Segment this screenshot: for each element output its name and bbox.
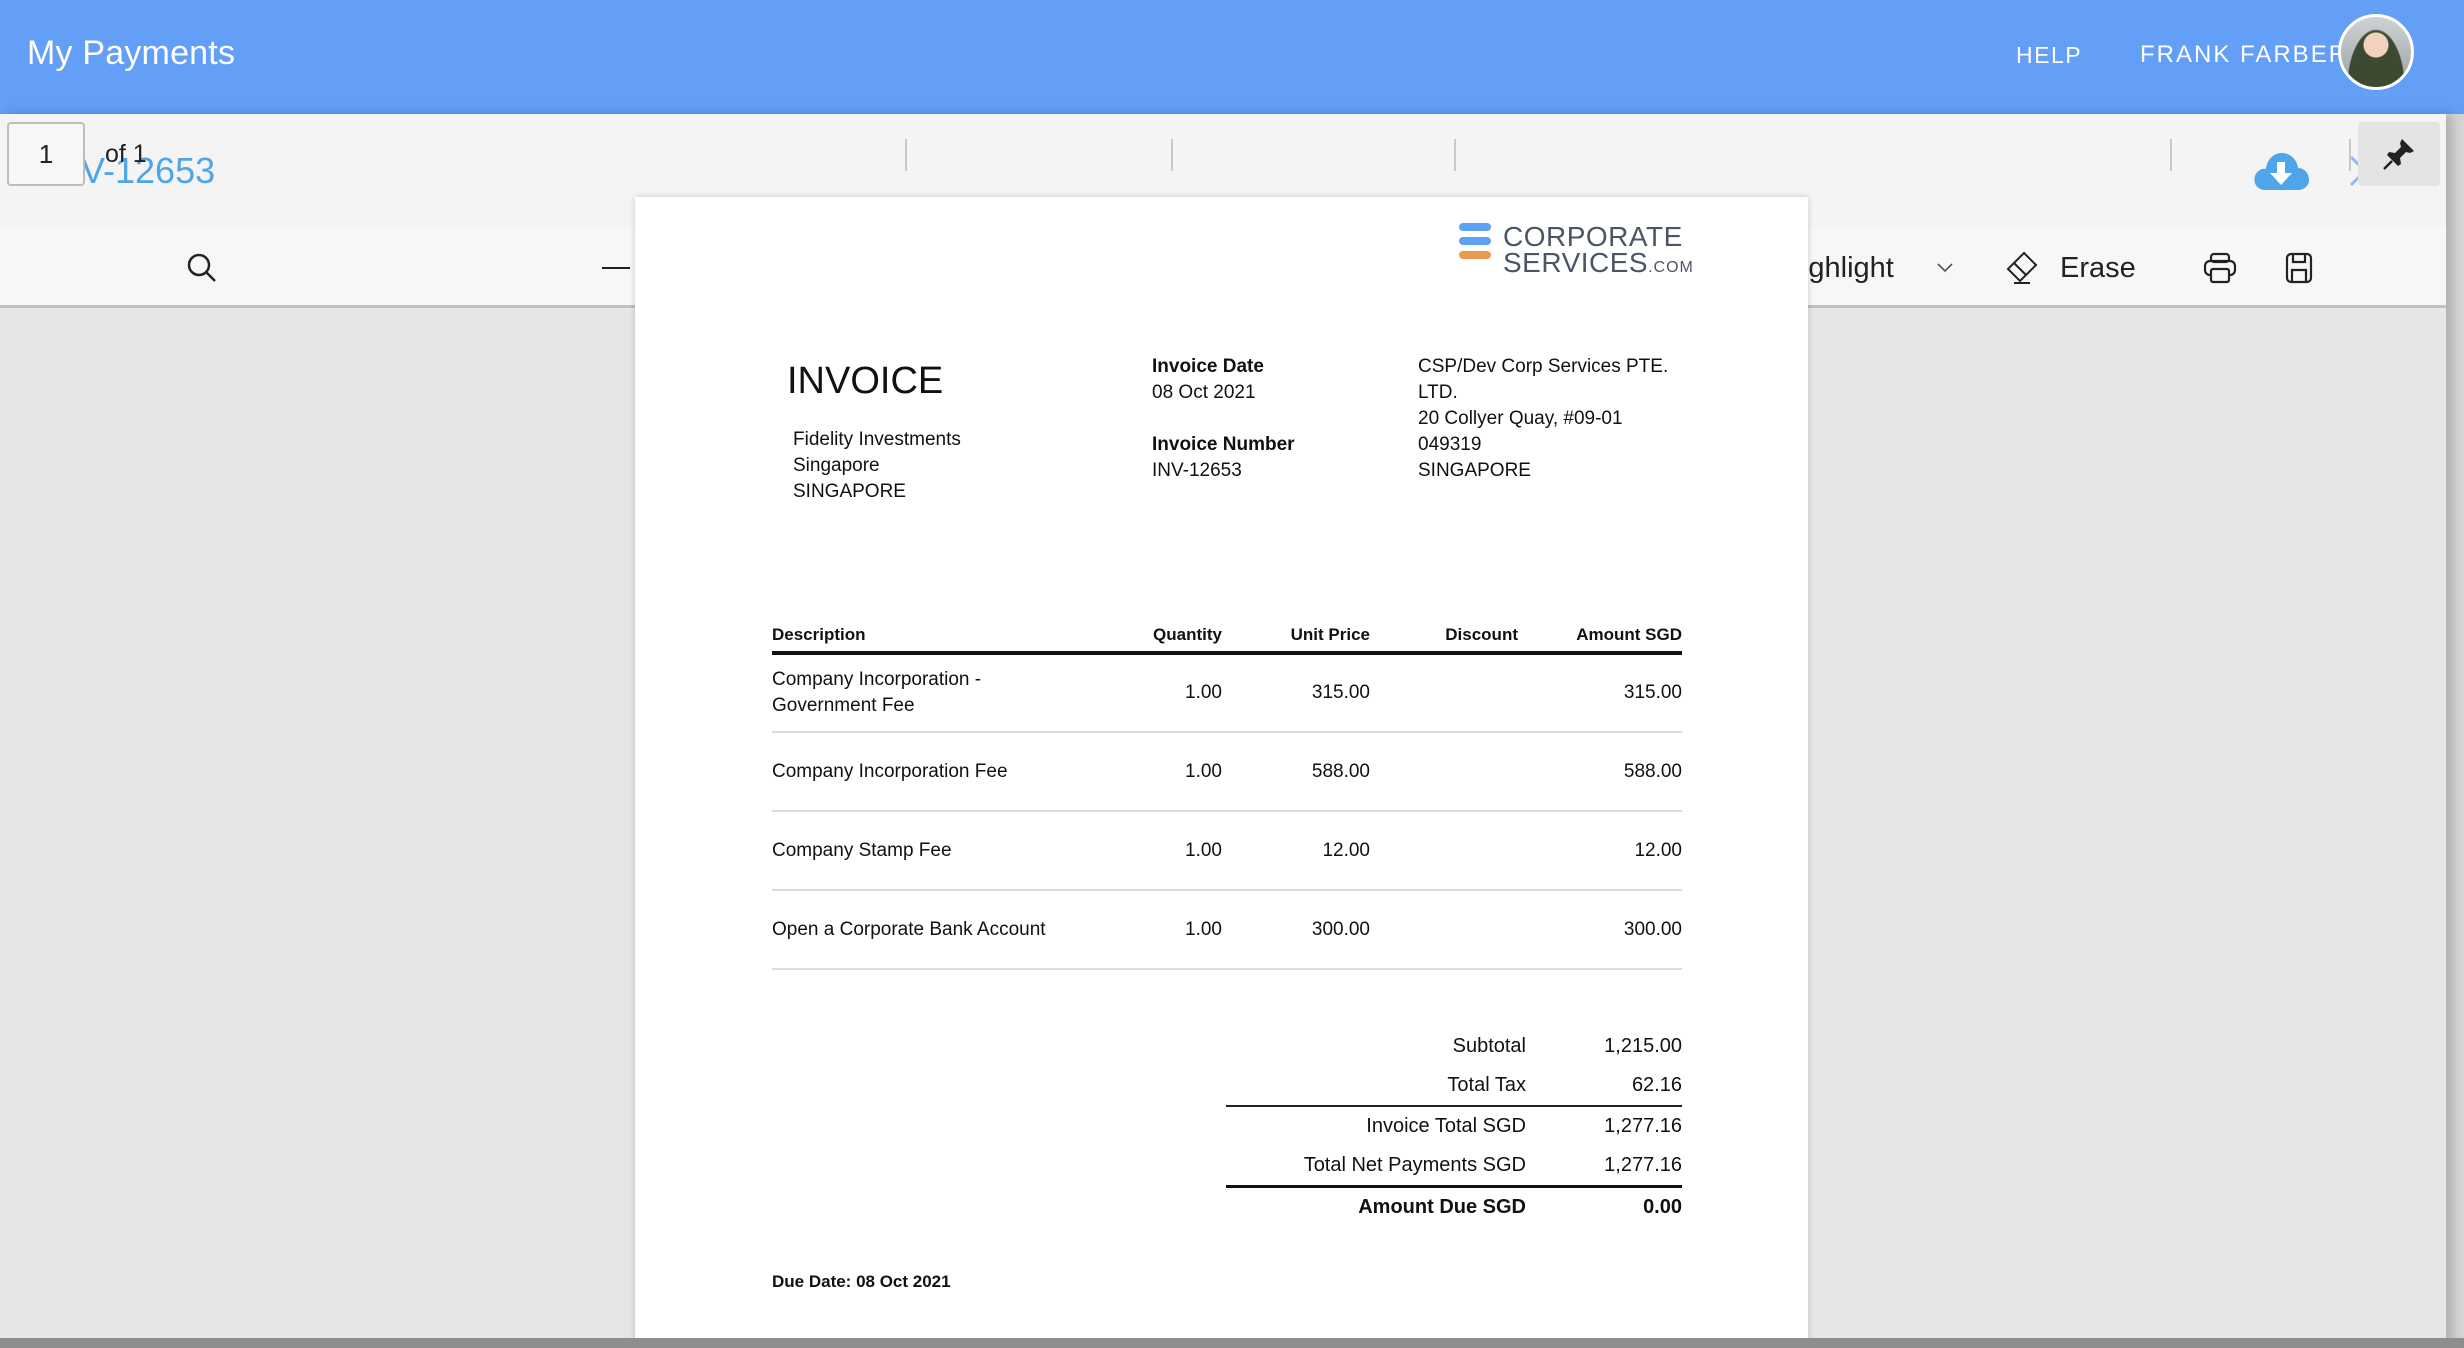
- toolbar-divider: [2349, 139, 2351, 171]
- invoice-meta: Invoice Date 08 Oct 2021 Invoice Number …: [1152, 354, 1295, 484]
- amount-due-label: Amount Due SGD: [1358, 1196, 1526, 1218]
- item-unit-price: 12.00: [1222, 811, 1370, 891]
- table-row: Company Incorporation - Government Fee 1…: [772, 653, 1682, 733]
- invoice-number-value: INV-12653: [1152, 460, 1242, 481]
- bill-to-address: Fidelity Investments Singapore SINGAPORE: [793, 427, 961, 505]
- column-header-amount: Amount SGD: [1518, 625, 1682, 655]
- item-discount: [1370, 811, 1518, 891]
- eraser-icon: [2006, 251, 2038, 284]
- from-address: CSP/Dev Corp Services PTE. LTD. 20 Colly…: [1418, 354, 1678, 484]
- invoice-page: CORPORATE SERVICES.COM INVOICE Fidelity …: [635, 197, 1808, 1347]
- item-quantity: 1.00: [1132, 811, 1222, 891]
- save-icon[interactable]: [2285, 228, 2313, 308]
- toolbar-divider: [2170, 139, 2172, 171]
- invoice-total-label: Invoice Total SGD: [1366, 1115, 1526, 1137]
- from-line: SINGAPORE: [1418, 460, 1531, 481]
- item-amount: 588.00: [1518, 732, 1682, 812]
- bill-to-line: Singapore: [793, 455, 880, 476]
- item-amount: 300.00: [1518, 890, 1682, 970]
- avatar[interactable]: [2338, 14, 2414, 90]
- item-quantity: 1.00: [1132, 732, 1222, 812]
- logo-suffix: .COM: [1648, 259, 1694, 276]
- net-payments-row: Total Net Payments SGD 1,277.16: [1226, 1146, 1682, 1185]
- bill-to-line: Fidelity Investments: [793, 429, 961, 450]
- print-icon[interactable]: [2203, 228, 2237, 308]
- item-unit-price: 588.00: [1222, 732, 1370, 812]
- invoice-date-label: Invoice Date: [1152, 356, 1264, 377]
- table-header-row: Description Quantity Unit Price Discount…: [772, 625, 1682, 655]
- item-unit-price: 300.00: [1222, 890, 1370, 970]
- tax-label: Total Tax: [1447, 1074, 1526, 1096]
- invoice-total-row: Invoice Total SGD 1,277.16: [1226, 1107, 1682, 1146]
- logo-line2: SERVICES.COM: [1503, 247, 1694, 279]
- help-link[interactable]: HELP: [2016, 42, 2082, 69]
- from-line: 049319: [1418, 434, 1482, 455]
- column-header-unit-price: Unit Price: [1222, 625, 1370, 655]
- amount-due-value: 0.00: [1643, 1196, 1682, 1218]
- totals-section: Subtotal 1,215.00 Total Tax 62.16 Invoic…: [1226, 1027, 1682, 1227]
- tax-row: Total Tax 62.16: [1226, 1066, 1682, 1105]
- table-row: Company Stamp Fee 1.00 12.00 12.00: [772, 811, 1682, 891]
- amount-due-row: Amount Due SGD 0.00: [1226, 1188, 1682, 1227]
- toolbar-divider: [1171, 139, 1173, 171]
- item-quantity: 1.00: [1132, 890, 1222, 970]
- erase-button[interactable]: Erase: [2004, 228, 2136, 308]
- subtotal-label: Subtotal: [1452, 1035, 1526, 1057]
- item-unit-price: 315.00: [1222, 653, 1370, 733]
- window-bottom-edge: [0, 1338, 2464, 1348]
- item-description: Company Incorporation - Government Fee: [772, 653, 1132, 733]
- page-number-input[interactable]: 1: [7, 122, 85, 186]
- from-line: LTD.: [1418, 382, 1458, 403]
- cloud-download-icon[interactable]: [2252, 150, 2310, 192]
- app-header: My Payments HELP FRANK FARBER: [0, 0, 2464, 114]
- highlight-options-chevron-down-icon[interactable]: [1936, 228, 1954, 308]
- tax-value: 62.16: [1631, 1074, 1682, 1096]
- due-date: Due Date: 08 Oct 2021: [772, 1272, 951, 1291]
- item-discount: [1370, 732, 1518, 812]
- item-discount: [1370, 890, 1518, 970]
- invoice-heading: INVOICE: [787, 360, 944, 402]
- line-items-table: Description Quantity Unit Price Discount…: [772, 625, 1682, 970]
- pin-icon[interactable]: [2358, 122, 2440, 186]
- invoice-date-value: 08 Oct 2021: [1152, 382, 1256, 403]
- invoice-number-label: Invoice Number: [1152, 434, 1295, 455]
- app-title: My Payments: [27, 34, 236, 72]
- table-row: Company Incorporation Fee 1.00 588.00 58…: [772, 732, 1682, 812]
- net-payments-label: Total Net Payments SGD: [1303, 1154, 1526, 1176]
- search-icon[interactable]: [186, 228, 218, 308]
- item-amount: 12.00: [1518, 811, 1682, 891]
- from-line: CSP/Dev Corp Services PTE.: [1418, 356, 1669, 377]
- page-count: of 1: [105, 140, 147, 168]
- logo-line2-text: SERVICES: [1503, 247, 1649, 278]
- toolbar-divider: [1454, 139, 1456, 171]
- minus-icon[interactable]: [600, 228, 632, 308]
- from-line: 20 Collyer Quay, #09-01: [1418, 408, 1623, 429]
- table-row: Open a Corporate Bank Account 1.00 300.0…: [772, 890, 1682, 970]
- item-quantity: 1.00: [1132, 653, 1222, 733]
- net-payments-value: 1,277.16: [1604, 1154, 1682, 1176]
- item-amount: 315.00: [1518, 653, 1682, 733]
- column-header-discount: Discount: [1370, 625, 1518, 655]
- item-description: Company Stamp Fee: [772, 811, 1132, 891]
- erase-label: Erase: [2060, 251, 2136, 284]
- bill-to-line: SINGAPORE: [793, 481, 906, 502]
- subtotal-value: 1,215.00: [1604, 1035, 1682, 1057]
- column-header-description: Description: [772, 625, 1132, 655]
- user-menu[interactable]: FRANK FARBER: [2140, 41, 2348, 69]
- column-header-quantity: Quantity: [1132, 625, 1222, 655]
- toolbar-divider: [905, 139, 907, 171]
- item-description: Company Incorporation Fee: [772, 732, 1132, 812]
- item-discount: [1370, 653, 1518, 733]
- invoice-total-value: 1,277.16: [1604, 1115, 1682, 1137]
- item-description: Open a Corporate Bank Account: [772, 890, 1132, 970]
- subtotal-row: Subtotal 1,215.00: [1226, 1027, 1682, 1066]
